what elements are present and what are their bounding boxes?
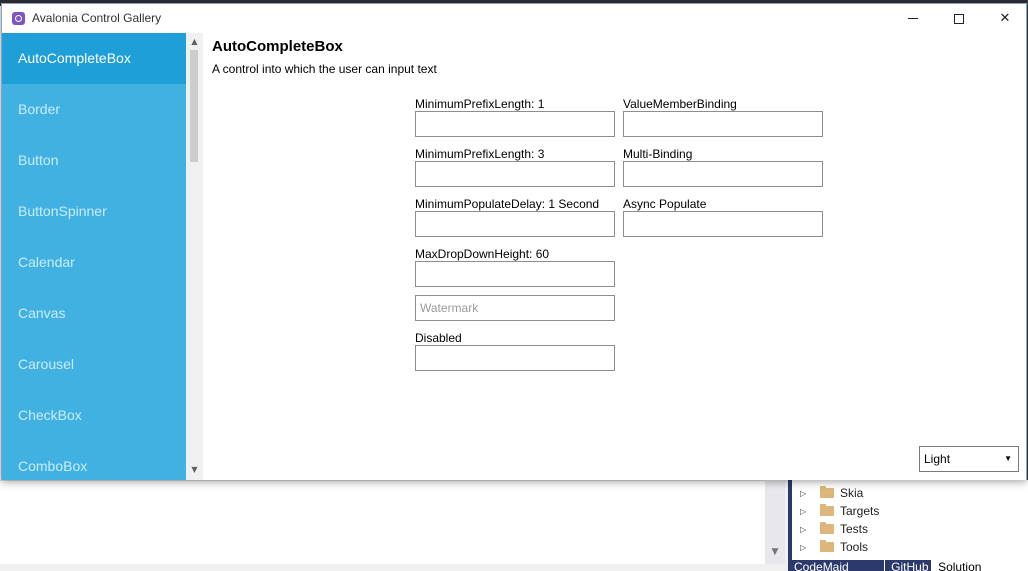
tab-solution-explorer[interactable]: Solution Explorer	[932, 560, 1028, 571]
tree-item-tests[interactable]: ▷ Tests	[800, 520, 868, 538]
tree-item-label: Tests	[840, 522, 869, 536]
app-window: Avalonia Control Gallery ✕ AutoCompleteB…	[1, 3, 1027, 480]
sidebar-item-buttonspinner[interactable]: ButtonSpinner	[2, 186, 186, 237]
page-description: A control into which the user can input …	[212, 62, 437, 76]
label-min-prefix-3: MinimumPrefixLength: 3	[415, 147, 545, 161]
chevron-down-icon: ▼	[1004, 454, 1012, 463]
scroll-down-icon[interactable]: ▼	[186, 463, 203, 477]
scroll-up-icon[interactable]: ▲	[186, 35, 203, 49]
tree-item-skia[interactable]: ▷ Skia	[800, 484, 863, 502]
label-disabled: Disabled	[415, 331, 462, 345]
sidebar-item-calendar[interactable]: Calendar	[2, 237, 186, 288]
disabled-input	[415, 345, 615, 371]
theme-select[interactable]: Light ▼	[919, 446, 1019, 472]
async-populate-input[interactable]	[623, 211, 823, 237]
background-scroll-down-icon[interactable]: ▼	[770, 547, 780, 557]
expand-arrow-icon[interactable]: ▷	[800, 507, 812, 516]
folder-icon	[820, 540, 834, 552]
tree-item-targets[interactable]: ▷ Targets	[800, 502, 879, 520]
background-editor-pane	[0, 480, 765, 564]
label-multi-binding: Multi-Binding	[623, 147, 693, 161]
label-value-member-binding: ValueMemberBinding	[623, 97, 737, 111]
tree-item-label: Skia	[840, 486, 864, 500]
expand-arrow-icon[interactable]: ▷	[800, 489, 812, 498]
folder-icon	[820, 486, 834, 498]
scrollbar-thumb[interactable]	[190, 50, 198, 162]
maximize-icon	[954, 13, 964, 24]
window-title: Avalonia Control Gallery	[32, 11, 162, 25]
min-prefix-1-input[interactable]	[415, 111, 615, 137]
label-min-prefix-1: MinimumPrefixLength: 1	[415, 97, 545, 111]
sidebar-nav: AutoCompleteBox Border Button ButtonSpin…	[2, 33, 186, 480]
label-max-dropdown-height: MaxDropDownHeight: 60	[415, 247, 550, 261]
sidebar-scrollbar[interactable]: ▲ ▼	[186, 33, 203, 480]
min-populate-delay-input[interactable]	[415, 211, 615, 237]
multi-binding-input[interactable]	[623, 161, 823, 187]
minimize-button[interactable]	[890, 4, 936, 33]
theme-select-value: Light	[924, 452, 951, 466]
expand-arrow-icon[interactable]: ▷	[800, 543, 812, 552]
avalonia-logo-icon	[12, 12, 25, 25]
min-prefix-3-input[interactable]	[415, 161, 615, 187]
ide-tool-tabs: CodeMaid Spade GitHub Solution Explorer	[788, 560, 1028, 571]
tree-item-label: Targets	[840, 504, 880, 518]
folder-icon	[820, 504, 834, 516]
sidebar-item-border[interactable]: Border	[2, 84, 186, 135]
sidebar-item-button[interactable]: Button	[2, 135, 186, 186]
sidebar-item-combobox[interactable]: ComboBox	[2, 441, 186, 480]
max-dropdown-height-input[interactable]	[415, 261, 615, 287]
watermark-input[interactable]	[415, 295, 615, 321]
close-icon: ✕	[999, 11, 1011, 26]
tab-codemaid-spade[interactable]: CodeMaid Spade	[788, 560, 886, 571]
sidebar-item-checkbox[interactable]: CheckBox	[2, 390, 186, 441]
content-pane: AutoCompleteBox A control into which the…	[203, 33, 1026, 480]
tree-item-tools[interactable]: ▷ Tools	[800, 538, 868, 556]
minimize-icon	[908, 18, 918, 19]
sidebar-item-carousel[interactable]: Carousel	[2, 339, 186, 390]
page-title: AutoCompleteBox	[212, 38, 343, 55]
folder-icon	[820, 522, 834, 534]
sidebar-item-canvas[interactable]: Canvas	[2, 288, 186, 339]
label-min-populate-delay: MinimumPopulateDelay: 1 Second	[415, 197, 600, 211]
maximize-button[interactable]	[936, 4, 982, 33]
value-member-binding-input[interactable]	[623, 111, 823, 137]
title-bar[interactable]: Avalonia Control Gallery ✕	[2, 4, 1026, 33]
tree-item-label: Tools	[840, 540, 869, 554]
label-async-populate: Async Populate	[623, 197, 707, 211]
expand-arrow-icon[interactable]: ▷	[800, 525, 812, 534]
tab-github[interactable]: GitHub	[885, 560, 933, 571]
sidebar-item-autocompletebox[interactable]: AutoCompleteBox	[2, 33, 186, 84]
close-button[interactable]: ✕	[982, 4, 1028, 33]
